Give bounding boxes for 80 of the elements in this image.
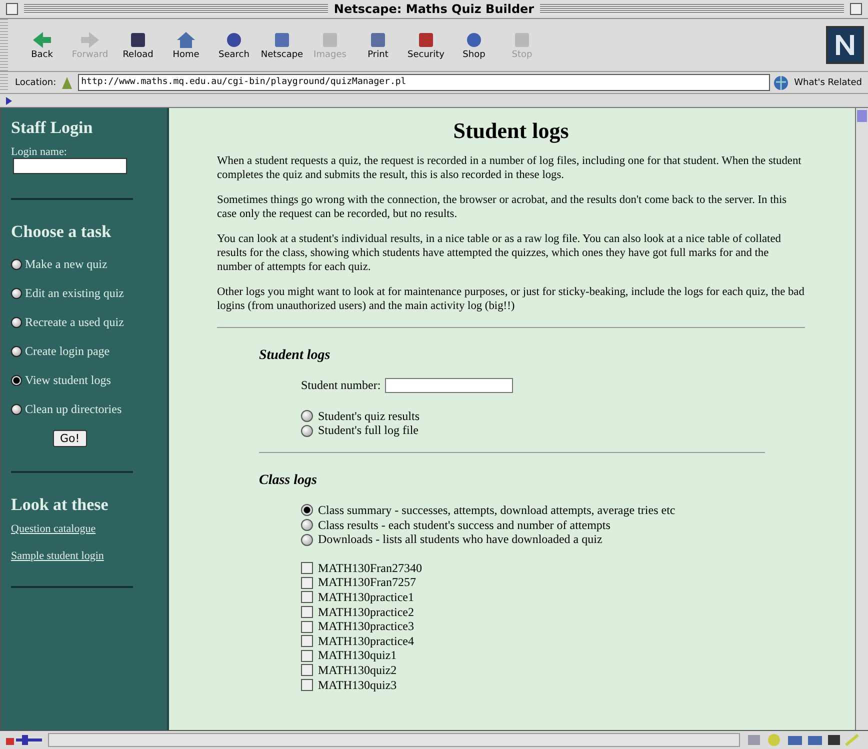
toolbar-grip[interactable] (0, 19, 8, 71)
whats-related-button[interactable]: What's Related (794, 78, 862, 88)
student-number-field[interactable] (384, 378, 513, 393)
logo-icon[interactable] (826, 26, 864, 64)
location-label: Location: (15, 78, 56, 88)
toolbar-button[interactable]: Reload (114, 30, 162, 60)
quiz-label: MATH130practice2 (318, 604, 414, 620)
expand-icon[interactable] (4, 96, 14, 106)
radio-button[interactable] (11, 259, 22, 270)
sidebar-heading: Look at these (11, 495, 110, 515)
checkbox[interactable] (301, 650, 313, 662)
quiz-label: MATH130practice1 (318, 590, 414, 605)
radio-button[interactable] (301, 504, 313, 516)
sidebar-link[interactable]: Question catalogue (11, 523, 157, 535)
toolbar-button[interactable]: Print (354, 30, 402, 60)
radio-button[interactable] (301, 519, 313, 532)
checkbox[interactable] (301, 591, 313, 604)
left-arrow-icon (31, 30, 53, 50)
quiz-label: MATH130Fran7257 (318, 575, 416, 590)
scrollbar[interactable] (855, 108, 868, 730)
toolbar-button[interactable]: Security (402, 30, 450, 60)
section-heading: Student logs (259, 348, 332, 364)
task-label: Recreate a used quiz (25, 315, 124, 330)
paragraph: When a student requests a quiz, the request is recorded in a number of log files, including one for that student. When the student completes the quiz and submits the result, this is also recorded in these logs. (217, 154, 802, 182)
sidebar-link[interactable]: Sample student login (11, 550, 157, 562)
radio-button[interactable] (301, 424, 313, 437)
zoom-box[interactable] (850, 3, 862, 15)
toolbar-button[interactable]: Netscape (258, 30, 306, 60)
toolbar-grip[interactable] (0, 74, 8, 92)
radio-button[interactable] (11, 317, 22, 328)
option-label: Class results - each student's success and number of attempts (318, 518, 610, 533)
task-label: View student logs (25, 373, 111, 388)
task-label: Make a new quiz (25, 257, 108, 272)
checkbox[interactable] (301, 606, 313, 618)
radio-button[interactable] (301, 534, 313, 546)
toolbar-button[interactable]: Search (210, 30, 258, 60)
quiz-label: MATH130quiz2 (318, 662, 397, 678)
url-field[interactable]: http://www.maths.mq.edu.au/cgi-bin/playground/quizManager.pl (78, 74, 770, 91)
toolbar-button[interactable]: Back (18, 30, 66, 60)
go-button[interactable]: Go! (53, 430, 87, 447)
quiz-label: MATH130Fran27340 (318, 560, 422, 576)
paragraph: You can look at a student's individual results, in a nice table or as a raw log file. You can also look at a nice table of collated results for the class, showing which students have attempted the quizzes, which ones they have got full marks for and the number of attempts for each quiz. (217, 232, 782, 274)
checkbox[interactable] (301, 664, 313, 676)
task-label: Edit an existing quiz (25, 286, 124, 301)
quiz-label: MATH130quiz3 (318, 678, 397, 693)
toolbar-button[interactable]: Home (162, 30, 210, 60)
close-box[interactable] (6, 3, 18, 15)
student-number-label: Student number: (301, 378, 381, 393)
section-heading: Class logs (259, 473, 318, 490)
toolbar-button[interactable]: Shop (450, 30, 498, 60)
window-title: Netscape: Maths Quiz Builder (334, 2, 534, 16)
radio-button[interactable] (11, 375, 22, 386)
radio-button[interactable] (11, 288, 22, 299)
checkbox[interactable] (301, 635, 313, 648)
checkbox[interactable] (301, 679, 313, 692)
option-label: Downloads - lists all students who have downloaded a quiz (318, 532, 602, 548)
house-icon (175, 30, 197, 50)
quiz-label: MATH130quiz1 (318, 648, 397, 664)
sidebar-heading: Choose a task (11, 222, 112, 242)
login-label: Login name: (11, 146, 68, 158)
radio-button[interactable] (301, 410, 313, 422)
checkbox[interactable] (301, 620, 313, 633)
page-title: Student logs (452, 118, 570, 144)
quiz-label: MATH130practice4 (318, 634, 414, 649)
right-arrow-icon (79, 30, 101, 50)
login-field[interactable] (13, 158, 127, 174)
paragraph: Other logs you might want to look at for maintenance purposes, or just for sticky-beaking, include the logs for each quiz, the bad logins (from unauthorized users) and the main activity log (big!!) (217, 285, 805, 313)
option-label: Student's full log file (318, 423, 418, 438)
option-label: Student's quiz results (318, 408, 420, 424)
radio-button[interactable] (11, 404, 22, 415)
task-label: Create login page (25, 344, 110, 359)
checkbox[interactable] (301, 562, 313, 574)
task-label: Clean up directories (25, 402, 122, 417)
connection-icon (4, 733, 44, 747)
sidebar-heading: Staff Login (11, 118, 94, 138)
radio-button[interactable] (11, 346, 22, 357)
quiz-label: MATH130practice3 (318, 619, 414, 634)
paragraph: Sometimes things go wrong with the connection, the browser or acrobat, and the results don't come back to the server. In this case only the request can be recorded, but no results. (217, 193, 788, 221)
checkbox[interactable] (301, 576, 313, 589)
option-label: Class summary - successes, attempts, download attempts, average tries etc (318, 502, 676, 518)
